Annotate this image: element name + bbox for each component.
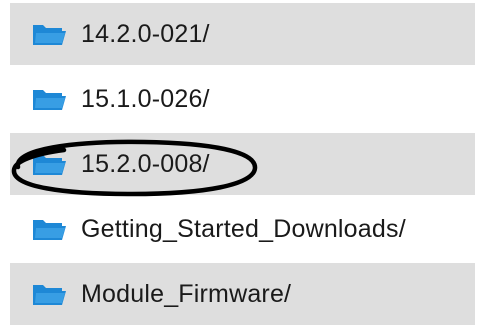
directory-row[interactable]: 15.1.0-026/: [10, 68, 475, 130]
folder-link[interactable]: 15.2.0-008/: [81, 150, 210, 179]
folder-open-icon: [32, 152, 67, 176]
folder-link[interactable]: Module_Firmware/: [81, 280, 291, 309]
directory-row[interactable]: Module_Firmware/: [10, 263, 475, 325]
folder-open-icon: [32, 22, 67, 46]
directory-row[interactable]: 14.2.0-021/: [10, 3, 475, 65]
directory-row[interactable]: Getting_Started_Downloads/: [10, 198, 475, 260]
directory-listing: 14.2.0-021/ 15.1.0-026/ 15.2.0-008/ Gett…: [0, 0, 481, 328]
folder-open-icon: [32, 282, 67, 306]
folder-link[interactable]: 14.2.0-021/: [81, 20, 210, 49]
folder-open-icon: [32, 217, 67, 241]
folder-link[interactable]: Getting_Started_Downloads/: [81, 215, 406, 244]
directory-row[interactable]: 15.2.0-008/: [10, 133, 475, 195]
folder-open-icon: [32, 87, 67, 111]
folder-link[interactable]: 15.1.0-026/: [81, 85, 210, 114]
